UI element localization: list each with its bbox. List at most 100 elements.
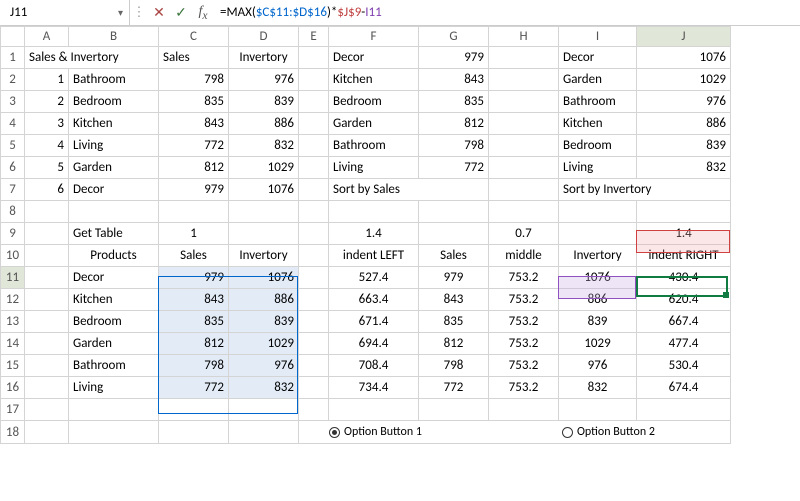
cell[interactable]: 835 [159,91,229,113]
cell[interactable]: 477.4 [637,333,731,355]
cell[interactable]: 4 [25,135,69,157]
cell[interactable]: 832 [229,377,299,399]
row-header[interactable]: 5 [1,135,25,157]
cell[interactable] [637,399,731,421]
cell[interactable]: 843 [419,289,489,311]
cell[interactable]: 753.2 [489,333,559,355]
cell[interactable] [229,421,299,444]
cell[interactable] [299,47,329,69]
col-header[interactable]: I [559,27,637,47]
cell[interactable]: 734.4 [329,377,419,399]
cell[interactable]: 430.4 [637,267,731,289]
cell[interactable]: 886 [559,289,637,311]
cell[interactable]: Living [329,157,419,179]
cell[interactable] [489,69,559,91]
cell[interactable] [69,421,159,444]
cell[interactable] [329,201,419,223]
cell[interactable]: 753.2 [489,377,559,399]
cell[interactable]: 798 [419,355,489,377]
option-button-2[interactable]: Option Button 2 [562,425,655,439]
cell[interactable]: 674.4 [637,377,731,399]
cell[interactable]: 1 [159,223,229,245]
cell[interactable]: 772 [419,377,489,399]
cell[interactable]: 772 [159,135,229,157]
row-header[interactable]: 11 [1,267,25,289]
cell[interactable]: 671.4 [329,311,419,333]
cell[interactable]: Bedroom [69,91,159,113]
cell[interactable]: Kitchen [329,69,419,91]
cell[interactable]: 812 [419,333,489,355]
cell[interactable]: 772 [159,377,229,399]
cell[interactable]: Sales [419,245,489,267]
cell[interactable]: 979 [159,179,229,201]
cell[interactable] [299,179,329,201]
cell[interactable]: Bedroom [559,135,637,157]
cell[interactable]: Sales [159,245,229,267]
row-header[interactable]: 7 [1,179,25,201]
cell[interactable] [159,421,229,444]
cell[interactable] [299,245,329,267]
cell[interactable]: 5 [25,157,69,179]
cell[interactable] [489,135,559,157]
cell[interactable]: 976 [229,69,299,91]
cell[interactable]: 1076 [229,179,299,201]
cell[interactable]: Option Button 1 Option Button 2 [299,421,731,444]
cell[interactable]: 976 [637,91,731,113]
cell[interactable] [489,157,559,179]
cell[interactable]: 6 [25,179,69,201]
cell[interactable]: 1.4 [329,223,419,245]
row-header[interactable]: 16 [1,377,25,399]
cell[interactable]: 753.2 [489,267,559,289]
row-header[interactable]: 2 [1,69,25,91]
cell[interactable]: 835 [419,91,489,113]
row-header[interactable]: 15 [1,355,25,377]
cell[interactable]: 1076 [559,267,637,289]
cell[interactable] [25,399,69,421]
cell[interactable]: Bathroom [69,69,159,91]
cell[interactable]: Invertory [229,245,299,267]
row-header[interactable]: 12 [1,289,25,311]
cell[interactable] [25,223,69,245]
cell[interactable] [299,289,329,311]
cell[interactable]: Bedroom [69,311,159,333]
cell[interactable]: 839 [559,311,637,333]
cell[interactable]: Sort by Sales [329,179,489,201]
cell[interactable]: 843 [419,69,489,91]
row-header[interactable]: 6 [1,157,25,179]
cell[interactable] [489,47,559,69]
cell[interactable]: 753.2 [489,311,559,333]
chevron-down-icon[interactable]: ▾ [118,6,123,19]
col-header[interactable]: F [329,27,419,47]
cell[interactable]: 753.2 [489,355,559,377]
cell[interactable]: 1.4 [637,223,731,245]
cell[interactable]: Garden [329,113,419,135]
cell[interactable]: 835 [419,311,489,333]
cell[interactable]: 1076 [637,47,731,69]
cell[interactable]: Kitchen [69,113,159,135]
cell[interactable] [419,399,489,421]
cell[interactable]: Get Table [69,223,159,245]
cancel-icon[interactable]: ✕ [148,4,170,21]
col-header[interactable]: A [25,27,69,47]
fx-icon[interactable]: fx [192,4,214,22]
cell[interactable] [299,201,329,223]
row-header[interactable]: 18 [1,421,25,444]
cell[interactable]: 976 [229,355,299,377]
cell[interactable] [299,157,329,179]
cell[interactable]: 812 [159,333,229,355]
option-button-1[interactable]: Option Button 1 [329,425,422,439]
cell[interactable]: 843 [159,289,229,311]
cell[interactable]: Decor [559,47,637,69]
cell[interactable]: 832 [229,135,299,157]
cell[interactable]: Garden [69,333,159,355]
cell[interactable]: indent LEFT [329,245,419,267]
cell[interactable]: Bedroom [329,91,419,113]
cell[interactable]: 976 [559,355,637,377]
cell[interactable]: 843 [159,113,229,135]
cell[interactable]: 832 [637,157,731,179]
cell[interactable]: Living [559,157,637,179]
cell[interactable] [419,223,489,245]
cell[interactable]: Decor [69,179,159,201]
col-header[interactable]: J [637,27,731,47]
col-header[interactable]: C [159,27,229,47]
